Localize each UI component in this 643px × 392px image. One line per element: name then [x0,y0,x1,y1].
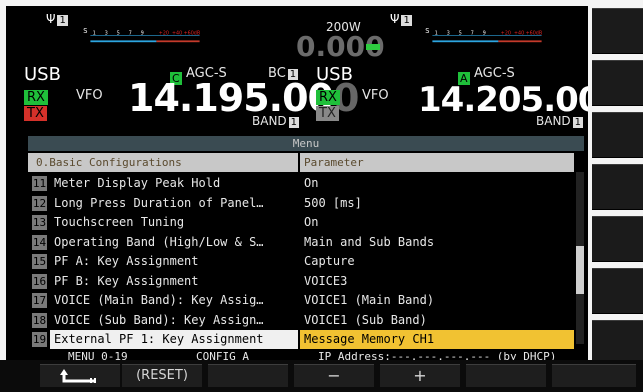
side-key-2[interactable] [592,60,643,106]
menu-row[interactable]: 16 PF B: Key Assignment VOICE3 [28,272,574,291]
menu-item-value[interactable]: Capture [300,252,574,271]
menu-item-name: Operating Band (High/Low & S… [54,234,264,249]
menu-item-value[interactable]: On [300,213,574,232]
menu-row[interactable]: 17 VOICE (Main Band): Key Assig… VOICE1 (M… [28,291,574,310]
main-tx-indicator: TX [24,106,47,121]
menu-item-name: VOICE (Main Band): Key Assig… [54,293,264,307]
menu-item-number: 12 [32,195,47,211]
status-config: CONFIG A [196,350,249,360]
side-key-3[interactable] [592,112,643,158]
main-mode: USB [24,64,61,85]
param-header: Parameter [300,153,574,172]
menu-item-number: 17 [32,293,47,308]
main-band-indicator: BAND 1 [252,114,300,128]
menu-item-value[interactable]: On [300,174,574,193]
f3-button[interactable] [208,364,288,387]
menu-item-number: 11 [32,176,47,191]
menu-panel: Menu 0.Basic Configurations Parameter 11… [28,136,584,360]
menu-item-name: External PF 1: Key Assignment [50,330,298,349]
scrollbar-thumb[interactable] [576,246,584,294]
main-antenna-icon: Ψ1 [46,12,68,26]
menu-item-number: 13 [32,215,47,230]
status-range: MENU 0-19 [68,350,128,360]
side-key-6[interactable] [592,268,643,314]
menu-row[interactable]: 13 Touchscreen Tuning On [28,213,574,232]
plus-button[interactable]: + [380,364,460,387]
sub-tx-indicator: TX [316,106,339,121]
menu-item-value[interactable]: VOICE1 (Main Band) [300,291,574,310]
function-key-bar: (RESET) − + [0,360,643,392]
menu-item-value[interactable]: VOICE3 [300,272,574,291]
menu-row[interactable]: 12 Long Press Duration of Panel… 500 [ms] [28,194,574,213]
menu-item-value[interactable]: 500 [ms] [300,194,574,213]
menu-group-header: 0.Basic Configurations [28,153,298,172]
menu-item-name: PF B: Key Assignment [54,273,199,288]
back-button[interactable] [40,364,120,387]
menu-item-value[interactable]: Message Memory CH1 [300,330,574,349]
main-s-meter: S 1 3 5 7 9 +20 +40 +60dB [83,27,200,43]
menu-item-value[interactable]: Main and Sub Bands [300,233,574,252]
side-key-4[interactable] [592,164,643,210]
menu-item-number: 19 [32,332,47,347]
sub-antenna-icon: Ψ1 [390,12,412,26]
svg-text:S: S [425,27,429,35]
status-ip: IP Address:---.---.---.--- (by DHCP) [318,350,557,360]
menu-scrollbar[interactable] [576,172,584,344]
side-key-5[interactable] [592,216,643,262]
menu-item-number: 14 [32,234,47,250]
back-arrow-icon [60,368,96,383]
f6-button[interactable] [466,364,546,387]
reset-button[interactable]: (RESET) [122,364,202,387]
menu-item-name: Long Press Duration of Panel… [54,195,264,210]
radio-display: Ψ1 S 1 3 5 7 9 +20 +40 +60dB USB RX TX V… [6,6,588,360]
side-key-1[interactable] [592,8,643,54]
sub-vfo-label: VFO [362,88,389,103]
sub-mode: USB [316,64,353,85]
menu-item-number: 15 [32,254,47,269]
f7-button[interactable] [552,364,636,387]
menu-item-number: 16 [32,273,47,289]
svg-text:S: S [83,27,87,35]
menu-item-name: PF A: Key Assignment [54,254,199,268]
minus-button[interactable]: − [294,364,374,387]
menu-title: Menu [28,136,584,151]
menu-row[interactable]: 18 VOICE (Sub Band): Key Assign… VOICE1 (S… [28,311,574,330]
main-vfo-label: VFO [76,88,103,103]
menu-item-name: VOICE (Sub Band): Key Assign… [54,312,264,327]
menu-item-name: Touchscreen Tuning [54,215,185,229]
sub-agc-label: AGC-S [474,66,515,81]
sub-s-meter: S 1 3 5 7 9 +20 +40 +60dB [425,27,542,43]
side-softkeys [592,0,643,368]
link-indicator [366,44,380,50]
menu-item-number: 18 [32,312,47,328]
sub-band-indicator: BAND 1 [536,114,584,128]
menu-row[interactable]: 14 Operating Band (High/Low & S… Main and … [28,233,574,252]
menu-item-value[interactable]: VOICE1 (Sub Band) [300,311,574,330]
menu-row[interactable]: 19 External PF 1: Key Assignment Message M… [28,330,574,349]
menu-row[interactable]: 11 Meter Display Peak Hold On [28,174,574,193]
menu-item-name: Meter Display Peak Hold [54,176,221,190]
menu-row[interactable]: 15 PF A: Key Assignment Capture [28,252,574,271]
